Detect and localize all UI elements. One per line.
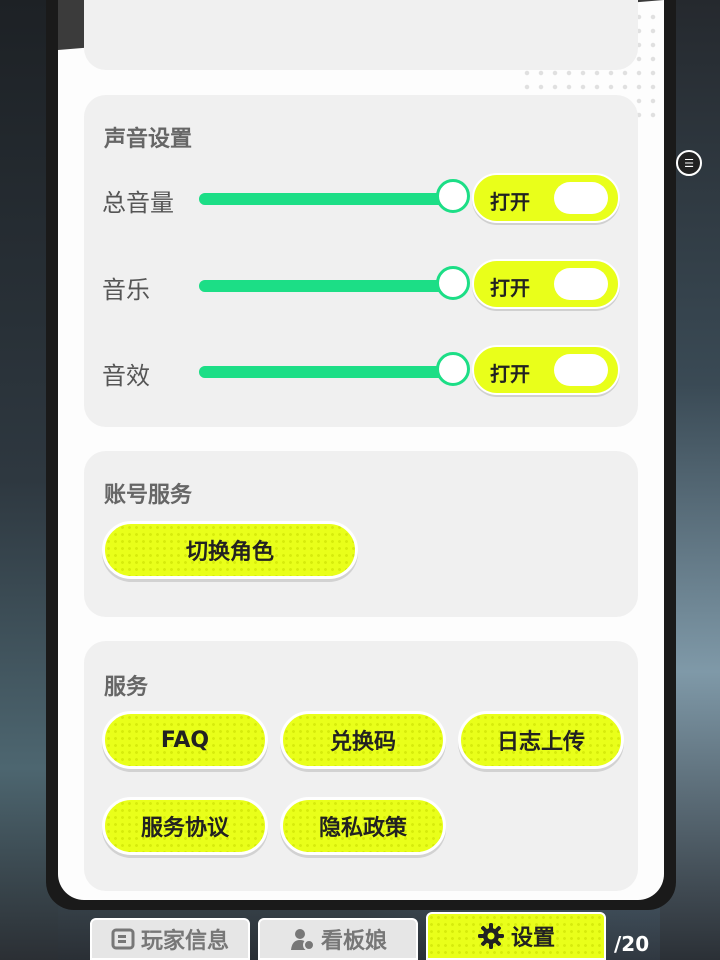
tab-settings[interactable]: 设置 [426,912,606,960]
toggle-knob [554,268,608,300]
toggle-label: 打开 [490,190,530,214]
slider-fill [199,280,453,292]
music-toggle[interactable]: 打开 [472,259,620,309]
edge-badge-icon: ☰ [676,150,702,176]
top-section-strip [84,0,638,70]
master-volume-toggle[interactable]: 打开 [472,173,620,223]
person-icon [290,929,315,951]
privacy-policy-button[interactable]: 隐私政策 [280,797,446,855]
sfx-toggle[interactable]: 打开 [472,345,620,395]
music-slider[interactable] [199,266,470,300]
tab-player-info-label: 玩家信息 [140,929,229,954]
tab-player-info[interactable]: 玩家信息 [90,918,250,960]
slider-fill [199,193,453,205]
toggle-label: 打开 [490,276,530,300]
redeem-code-button[interactable]: 兑换码 [280,711,446,769]
gear-icon [477,923,504,949]
toggle-knob [554,354,608,386]
tab-mascot-label: 看板娘 [320,929,387,954]
sfx-label: 音效 [102,362,150,390]
toggle-knob [554,182,608,214]
master-volume-label: 总音量 [102,189,174,217]
id-card-icon [111,928,135,950]
slider-fill [199,366,453,378]
music-label: 音乐 [102,276,150,304]
sound-section-title: 声音设置 [104,127,193,152]
slider-thumb[interactable] [436,352,470,386]
service-agreement-button[interactable]: 服务协议 [102,797,268,855]
faq-button[interactable]: FAQ [102,711,268,769]
account-section-title: 账号服务 [104,483,193,508]
sound-section: 声音设置 总音量 打开 音乐 打开 音效 打开 [84,95,638,427]
tab-settings-label: 设置 [510,926,555,951]
page-count: /20 [614,932,650,956]
switch-role-button[interactable]: 切换角色 [102,521,358,579]
slider-thumb[interactable] [436,179,470,213]
master-volume-slider[interactable] [199,179,470,213]
account-section: 账号服务 切换角色 [84,451,638,617]
service-section-title: 服务 [104,675,149,700]
tab-mascot[interactable]: 看板娘 [258,918,418,960]
sfx-slider[interactable] [199,352,470,386]
service-section: 服务 FAQ 兑换码 日志上传 服务协议 隐私政策 [84,641,638,891]
toggle-label: 打开 [490,362,530,386]
slider-thumb[interactable] [436,266,470,300]
log-upload-button[interactable]: 日志上传 [458,711,624,769]
